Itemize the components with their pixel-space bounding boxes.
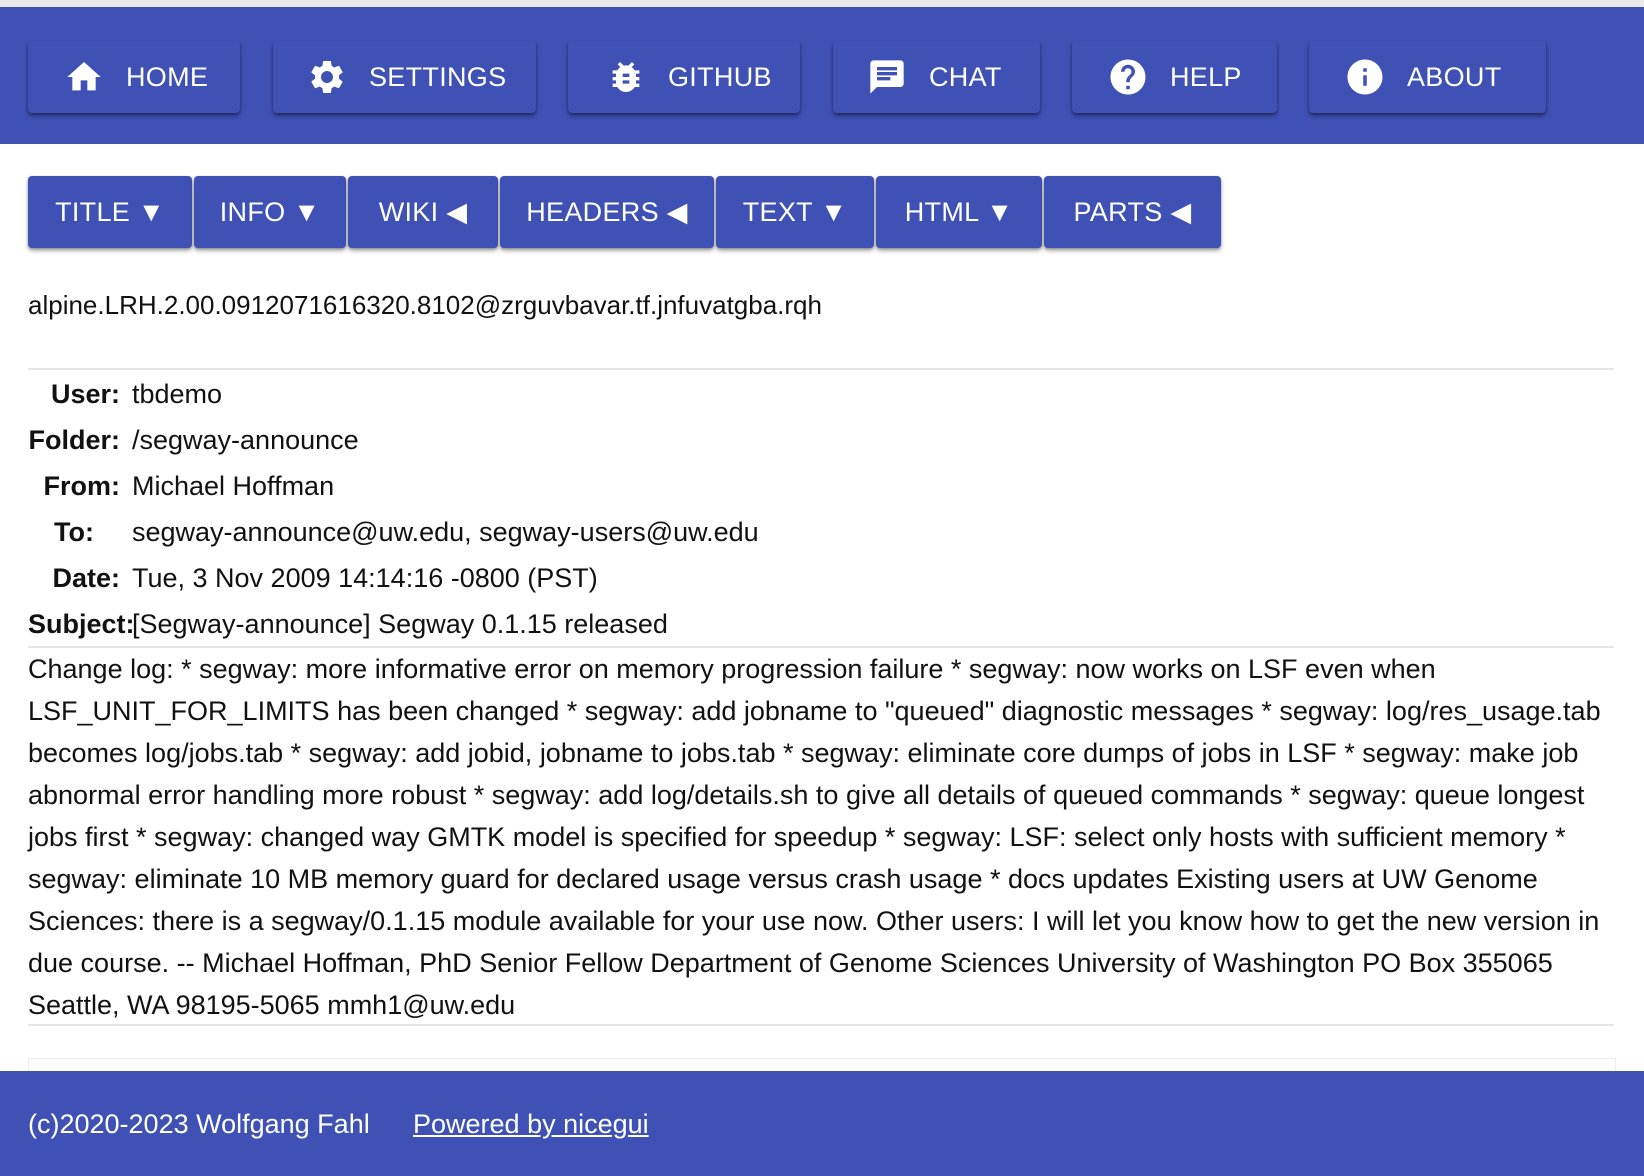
user-label: User: <box>50 378 120 409</box>
date-label: Date: <box>52 562 120 593</box>
folder-value: /segway-announce <box>132 424 359 455</box>
info-toggle-label: INFO ▼ <box>219 196 321 227</box>
parts-toggle-button[interactable]: PARTS ◀ <box>1044 176 1221 248</box>
help-button[interactable]: HELP <box>1072 41 1277 113</box>
headers-toggle-label: HEADERS ◀ <box>526 196 688 227</box>
home-icon <box>62 55 106 99</box>
wiki-toggle-label: WIKI ◀ <box>378 196 468 227</box>
subject-row: Subject: [Segway-announce] Segway 0.1.15… <box>28 604 668 644</box>
divider <box>28 1024 1614 1026</box>
date-value: Tue, 3 Nov 2009 14:14:16 -0800 (PST) <box>132 562 598 593</box>
top-border <box>0 0 1644 7</box>
user-value: tbdemo <box>132 378 223 409</box>
home-label: HOME <box>126 61 209 92</box>
divider <box>28 368 1614 370</box>
subject-label: Subject: <box>28 608 135 639</box>
from-row: From: Michael Hoffman <box>28 466 335 506</box>
header-bar: HOME SETTINGS GITHUB CHAT HELP ABOUT <box>0 7 1644 144</box>
help-label: HELP <box>1170 61 1242 92</box>
html-toggle-label: HTML ▼ <box>904 196 1014 227</box>
settings-button[interactable]: SETTINGS <box>273 41 536 113</box>
github-label: GITHUB <box>668 61 772 92</box>
from-value: Michael Hoffman <box>132 470 335 501</box>
help-icon <box>1106 55 1150 99</box>
html-toggle-button[interactable]: HTML ▼ <box>876 176 1042 248</box>
to-row: To: segway-announce@uw.edu, segway-users… <box>28 512 759 552</box>
parts-toggle-label: PARTS ◀ <box>1073 196 1192 227</box>
powered-by-link[interactable]: Powered by nicegui <box>413 1109 649 1140</box>
message-id: alpine.LRH.2.00.0912071616320.8102@zrguv… <box>28 290 822 320</box>
from-label: From: <box>43 470 121 501</box>
page: HOME SETTINGS GITHUB CHAT HELP ABOUT TIT… <box>0 0 1644 1176</box>
text-toggle-label: TEXT ▼ <box>742 196 848 227</box>
info-toggle-button[interactable]: INFO ▼ <box>194 176 346 248</box>
folder-label: Folder: <box>28 424 121 455</box>
chat-button[interactable]: CHAT <box>833 41 1040 113</box>
chat-label: CHAT <box>929 61 1002 92</box>
github-button[interactable]: GITHUB <box>568 41 800 113</box>
title-toggle-label: TITLE ▼ <box>55 196 165 227</box>
to-value: segway-announce@uw.edu, segway-users@uw.… <box>132 516 759 547</box>
message-body: Change log: * segway: more informative e… <box>28 654 1601 1020</box>
to-label: To: <box>54 516 94 547</box>
date-row: Date: Tue, 3 Nov 2009 14:14:16 -0800 (PS… <box>28 558 598 598</box>
title-toggle-button[interactable]: TITLE ▼ <box>28 176 192 248</box>
about-button[interactable]: ABOUT <box>1309 41 1546 113</box>
copyright-text: (c)2020-2023 Wolfgang Fahl <box>28 1109 370 1139</box>
about-label: ABOUT <box>1407 61 1502 92</box>
subject-value: [Segway-announce] Segway 0.1.15 released <box>132 608 668 639</box>
headers-toggle-button[interactable]: HEADERS ◀ <box>500 176 714 248</box>
bug-icon <box>604 55 648 99</box>
folder-row: Folder: /segway-announce <box>28 420 359 460</box>
footer-bar: (c)2020-2023 Wolfgang Fahl Powered by ni… <box>0 1071 1644 1176</box>
home-button[interactable]: HOME <box>28 41 240 113</box>
wiki-toggle-button[interactable]: WIKI ◀ <box>348 176 498 248</box>
settings-label: SETTINGS <box>369 61 507 92</box>
gear-icon <box>305 55 349 99</box>
chat-icon <box>865 55 909 99</box>
text-toggle-button[interactable]: TEXT ▼ <box>716 176 874 248</box>
info-icon <box>1343 55 1387 99</box>
user-row: User: tbdemo <box>28 374 222 414</box>
